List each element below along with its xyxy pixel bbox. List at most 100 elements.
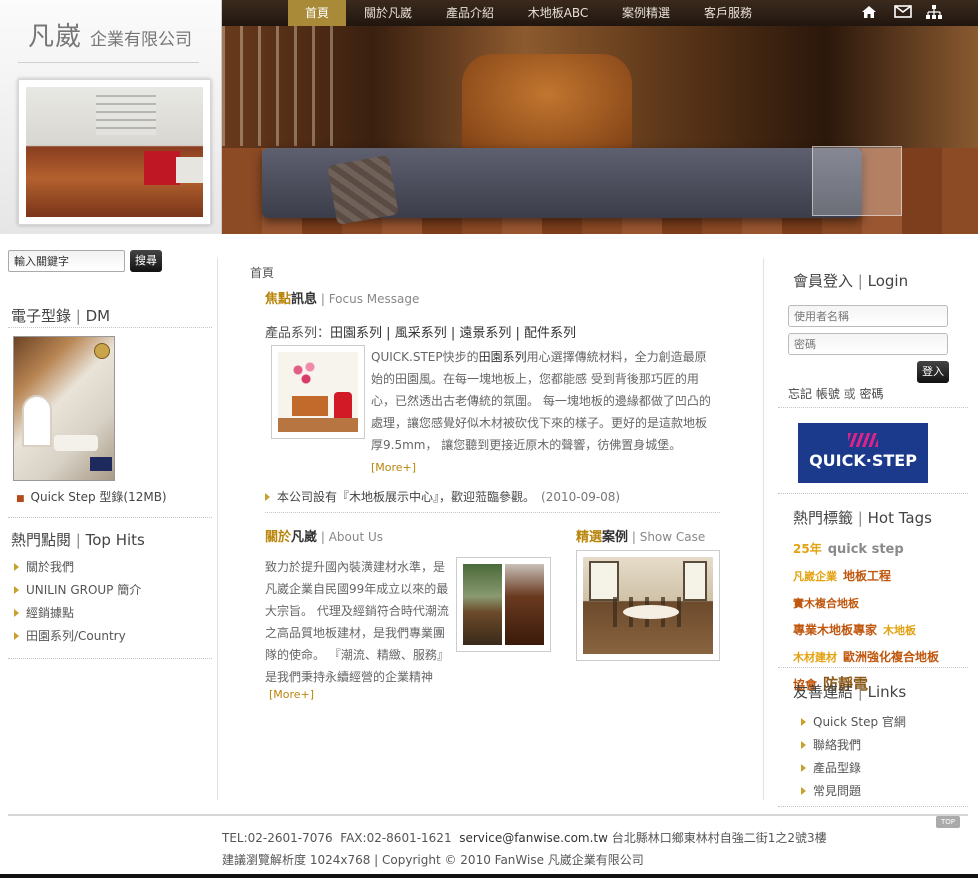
- dm-heading: 電子型錄 | DM: [11, 307, 111, 325]
- nav-about[interactable]: 關於凡崴: [350, 0, 426, 26]
- focus-more-link[interactable]: [More+]: [371, 461, 416, 474]
- about-more-link[interactable]: [More+]: [269, 688, 314, 701]
- focus-text-em: 田園系列: [478, 350, 527, 364]
- footer-email-link[interactable]: service@fanwise.com.tw: [459, 831, 608, 845]
- list-item[interactable]: 產品型錄: [801, 759, 906, 782]
- hot-tags-heading: 熱門標籤 | Hot Tags: [793, 509, 932, 527]
- top-hits-heading-en: Top Hits: [85, 531, 145, 549]
- product-series-links: 產品系列：田園系列 | 風采系列 | 遠景系列 | 配件系列: [265, 326, 577, 341]
- logo-divider: [18, 62, 199, 63]
- news-date: (2010-09-08): [541, 490, 621, 504]
- showcase-heading: 精選案例 | Show Case: [576, 530, 706, 545]
- dm-heading-zh: 電子型錄: [11, 307, 72, 325]
- divider: [8, 517, 212, 518]
- news-text: 本公司設有『木地板展示中心』，歡迎蒞臨參觀。: [277, 490, 536, 504]
- quick-step-mark-icon: [848, 433, 878, 447]
- login-heading: 會員登入 | Login: [793, 272, 909, 290]
- tag-link[interactable]: 木地板: [883, 624, 916, 637]
- site-logo[interactable]: 凡崴 企業有限公司: [28, 16, 192, 53]
- footer-address: 台北縣林口鄉東林村自強二街1之2號3樓: [611, 831, 827, 845]
- tag-link[interactable]: 地板工程: [843, 569, 891, 583]
- tag-link[interactable]: 25年: [793, 542, 822, 556]
- partner-logo-text: QUICK·STEP: [809, 451, 917, 470]
- list-item-label: UNILIN GROUP 簡介: [26, 583, 142, 597]
- list-item[interactable]: 常見問題: [801, 782, 906, 805]
- dm-heading-en: DM: [85, 307, 111, 325]
- quick-step-logo[interactable]: QUICK·STEP: [798, 423, 928, 483]
- series-link-accessories[interactable]: 配件系列: [524, 326, 576, 341]
- heading-accent: 焦點: [265, 292, 292, 307]
- username-field[interactable]: [788, 305, 948, 327]
- home-icon[interactable]: [860, 5, 878, 21]
- series-label: 產品系列：: [265, 326, 331, 341]
- search-input[interactable]: [8, 250, 125, 272]
- hot-tags-heading-en: Hot Tags: [867, 509, 932, 527]
- tag-link[interactable]: 木材建材: [793, 651, 837, 664]
- main-nav: 首頁 關於凡崴 產品介紹 木地板ABC 案例精選 客戶服務: [222, 0, 978, 26]
- heading-accent: 關於: [265, 530, 292, 545]
- tag-link[interactable]: 專業木地板專家: [793, 623, 877, 637]
- list-item[interactable]: UNILIN GROUP 簡介: [14, 581, 141, 604]
- or-label: 或: [843, 387, 856, 401]
- focus-product-image[interactable]: [271, 345, 365, 439]
- breadcrumb[interactable]: 首頁: [250, 264, 274, 281]
- nav-flooring-abc[interactable]: 木地板ABC: [514, 0, 602, 26]
- divider: [265, 512, 720, 513]
- divider: [778, 806, 968, 807]
- forgot-password-link[interactable]: 密碼: [860, 387, 884, 401]
- triangle-bullet-icon: [14, 609, 19, 617]
- heading-sub: Focus Message: [328, 292, 420, 306]
- hot-tags-heading-zh: 熱門標籤: [793, 509, 854, 527]
- tag-link[interactable]: 歐洲強化複合地板: [843, 650, 939, 664]
- heading-sub: Show Case: [639, 530, 706, 544]
- series-link-country[interactable]: 田園系列: [330, 326, 382, 341]
- series-link-style[interactable]: 風采系列: [395, 326, 447, 341]
- tag-link[interactable]: 實木複合地板: [793, 597, 859, 610]
- login-heading-zh: 會員登入: [793, 272, 854, 290]
- series-link-vision[interactable]: 遠景系列: [459, 326, 511, 341]
- triangle-bullet-icon: [801, 718, 806, 726]
- triangle-bullet-icon: [14, 586, 19, 594]
- links-heading-zh: 友善連結: [793, 683, 854, 701]
- search-button[interactable]: 搜尋: [130, 250, 162, 272]
- forgot-account-link[interactable]: 忘記 帳號: [788, 387, 840, 401]
- list-item-label: 經銷據點: [26, 606, 75, 620]
- divider: [8, 327, 212, 328]
- column-divider: [763, 258, 764, 800]
- list-item-label: 聯絡我們: [813, 738, 862, 752]
- focus-heading: 焦點訊息 | Focus Message: [265, 292, 420, 307]
- list-item[interactable]: Quick Step 官網: [801, 713, 906, 736]
- back-to-top-button[interactable]: TOP: [936, 816, 960, 828]
- top-hits-list: 關於我們 UNILIN GROUP 簡介 經銷據點 田園系列/Country: [14, 558, 141, 650]
- nav-service[interactable]: 客戶服務: [690, 0, 766, 26]
- password-field[interactable]: [788, 333, 948, 355]
- list-item[interactable]: 田園系列/Country: [14, 627, 141, 650]
- page-bottom-border: [0, 874, 978, 878]
- list-item[interactable]: 關於我們: [14, 558, 141, 581]
- nav-cases[interactable]: 案例精選: [606, 0, 686, 26]
- nav-products[interactable]: 產品介紹: [430, 0, 510, 26]
- friendly-links-list: Quick Step 官網 聯絡我們 產品型錄 常見問題: [801, 713, 906, 805]
- catalog-download-link[interactable]: ■ Quick Step 型錄(12MB): [16, 488, 167, 505]
- showcase-image[interactable]: [576, 550, 720, 661]
- list-item[interactable]: 經銷據點: [14, 604, 141, 627]
- login-button[interactable]: 登入: [917, 361, 949, 383]
- list-item-label: 關於我們: [26, 560, 75, 574]
- focus-text-body: 用心選擇傳統材料，全力創造最原始的田園風。在每一塊地板上，您都能感 受到背後那巧…: [371, 350, 711, 452]
- heading-main: 案例: [602, 530, 629, 545]
- tag-link[interactable]: quick step: [828, 542, 904, 557]
- footer-contact: TEL:02-2601-7076 FAX:02-8601-1621 servic…: [222, 829, 827, 846]
- tag-link[interactable]: 凡崴企業: [793, 570, 837, 583]
- nav-home[interactable]: 首頁: [288, 0, 346, 26]
- footer-tel: TEL:02-2601-7076: [222, 831, 333, 845]
- catalog-link-label: Quick Step 型錄(12MB): [30, 490, 167, 504]
- hero-banner: [222, 26, 978, 234]
- links-heading-en: Links: [867, 683, 907, 701]
- about-image[interactable]: [456, 557, 551, 652]
- mail-icon[interactable]: [894, 5, 912, 21]
- sitemap-icon[interactable]: [925, 5, 943, 21]
- news-item[interactable]: 本公司設有『木地板展示中心』，歡迎蒞臨參觀。 (2010-09-08): [265, 488, 620, 505]
- catalog-cover-image[interactable]: [13, 336, 115, 481]
- top-hits-heading: 熱門點閱 | Top Hits: [11, 531, 145, 549]
- list-item[interactable]: 聯絡我們: [801, 736, 906, 759]
